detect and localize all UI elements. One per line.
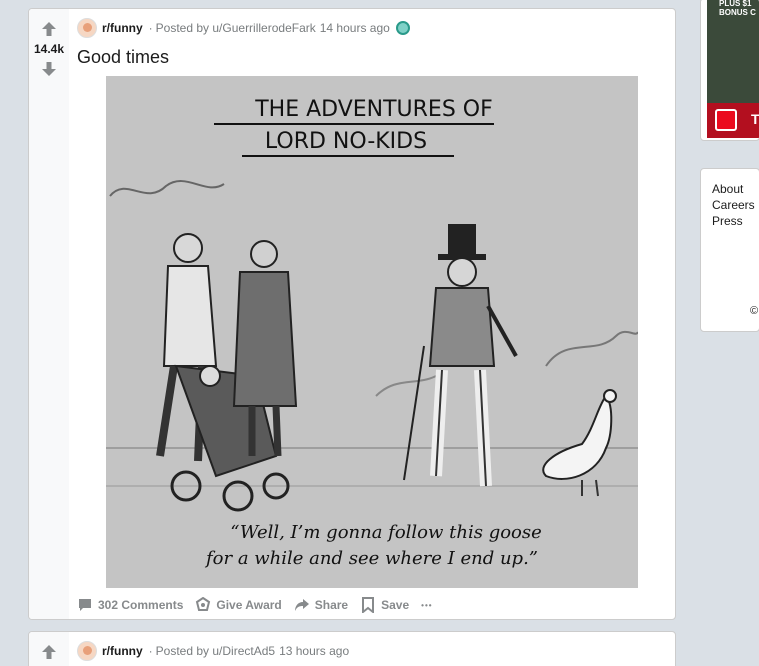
footer-copyright: © <box>750 305 759 317</box>
ad-brand-band: T <box>707 103 759 138</box>
vote-score: 14.4k <box>33 42 65 56</box>
posted-by-link[interactable]: Posted by u/DirectAd5 <box>156 644 275 658</box>
comic-heading-line2: LORD NO-KIDS <box>265 129 427 154</box>
give-award-label: Give Award <box>216 598 282 612</box>
post-title[interactable]: Good times <box>77 47 169 68</box>
post-meta: r/funny · Posted by u/DirectAd5 13 hours… <box>77 640 349 662</box>
vote-column: 14.4k <box>29 9 69 619</box>
ad-brand-letter: T <box>751 111 759 127</box>
subreddit-link[interactable]: r/funny <box>102 644 143 658</box>
comment-bubble-icon <box>79 599 91 611</box>
post-actions-bar: 302 Comments Give Award Share Save ••• <box>77 593 445 617</box>
more-options-button[interactable]: ••• <box>421 601 432 610</box>
downvote-arrow-icon[interactable] <box>41 61 57 77</box>
subreddit-avatar-icon[interactable] <box>77 18 97 38</box>
subreddit-link[interactable]: r/funny <box>102 21 143 35</box>
meta-separator: · <box>148 21 153 35</box>
footer-link-careers[interactable]: Careers <box>712 197 755 213</box>
footer-link-press[interactable]: Press <box>712 213 755 229</box>
posted-by-link[interactable]: Posted by u/GuerrillerodeFark <box>156 21 316 35</box>
meta-separator: · <box>148 644 153 658</box>
comments-button[interactable]: 302 Comments <box>77 597 183 613</box>
bookmark-icon <box>362 597 375 613</box>
post-card[interactable]: 14.4k r/funny · Posted by u/Guerrillerod… <box>28 8 676 620</box>
award-icon <box>196 597 211 611</box>
ad-text: PLUS $1 BONUS C <box>719 0 756 17</box>
share-button[interactable]: Share <box>294 597 348 613</box>
comic-heading-line1: THE ADVENTURES OF <box>254 97 493 122</box>
share-arrow-icon <box>294 599 309 611</box>
comic-caption-line2: for a while and see where I end up.” <box>204 548 538 569</box>
save-label: Save <box>381 598 410 612</box>
give-award-button[interactable]: Give Award <box>195 597 282 613</box>
save-button[interactable]: Save <box>360 597 409 613</box>
post-time: 14 hours ago <box>319 21 390 35</box>
vote-column <box>29 632 69 666</box>
footer-link-about[interactable]: About <box>712 181 755 197</box>
subreddit-avatar-icon[interactable] <box>77 641 97 661</box>
upvote-arrow-icon[interactable] <box>41 21 57 37</box>
ad-photo: PLUS $1 BONUS C <box>707 0 759 103</box>
toyota-logo-icon <box>715 109 737 131</box>
footer-links: About Careers Press <box>712 181 755 229</box>
post-time: 13 hours ago <box>279 644 350 658</box>
comic-caption-line1: “Well, I’m gonna follow this goose <box>230 522 542 543</box>
comic-illustration: THE ADVENTURES OF LORD NO-KIDS “Well, I’… <box>106 76 638 588</box>
more-dots-icon: ••• <box>421 600 433 610</box>
post-card[interactable]: r/funny · Posted by u/DirectAd5 13 hours… <box>28 631 676 666</box>
sidebar-footer: About Careers Press © <box>700 168 759 332</box>
post-meta: r/funny · Posted by u/GuerrillerodeFark … <box>77 17 410 39</box>
comments-label: 302 Comments <box>98 598 184 612</box>
post-image[interactable]: THE ADVENTURES OF LORD NO-KIDS “Well, I’… <box>106 76 638 588</box>
share-label: Share <box>314 598 349 612</box>
award-badge-icon[interactable] <box>395 21 410 35</box>
upvote-arrow-icon[interactable] <box>41 644 57 660</box>
sidebar-ad[interactable]: PLUS $1 BONUS C T <box>700 0 759 141</box>
